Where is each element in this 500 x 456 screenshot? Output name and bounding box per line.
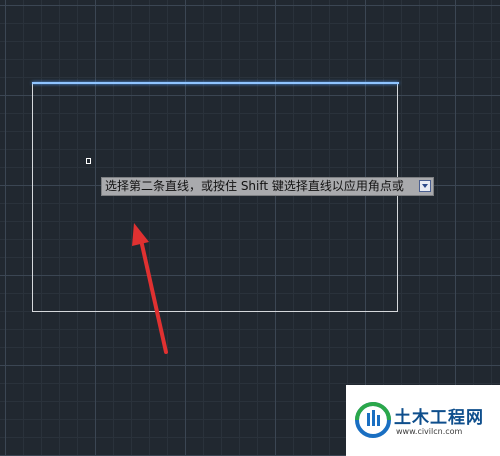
watermark-url: www.civilcn.com [396,427,463,436]
watermark-title: 土木工程网 [394,408,484,428]
civilcn-logo-icon [355,402,391,438]
watermark-logo: 土木工程网 www.civilcn.com [346,385,500,456]
